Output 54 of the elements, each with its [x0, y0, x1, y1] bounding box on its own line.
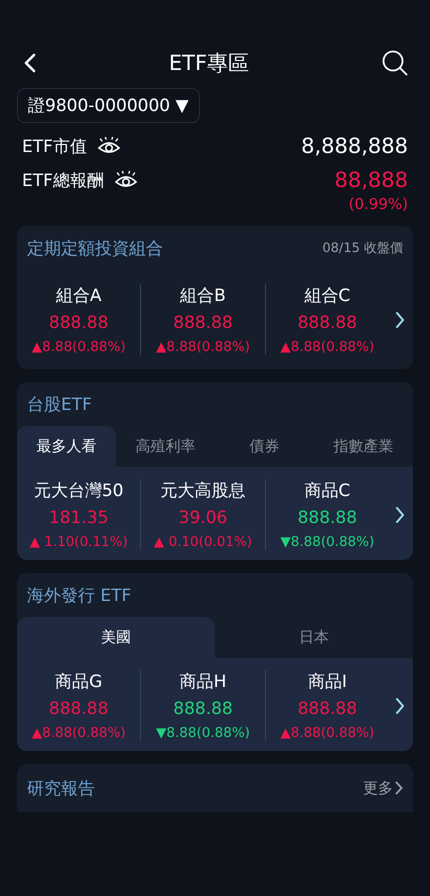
chevron-right-icon	[395, 781, 403, 795]
fund-price: 888.88	[298, 508, 358, 528]
fund-price: 39.06	[178, 508, 228, 528]
section-title: 海外發行 ETF	[27, 584, 132, 606]
fund-change: ▲8.88(0.88%)	[280, 725, 374, 741]
section-title: 定期定額投資組合	[27, 238, 163, 260]
back-icon[interactable]	[24, 53, 36, 73]
fund-price: 888.88	[48, 313, 108, 333]
fund-name[interactable]: 商品G	[55, 670, 102, 693]
fund-name[interactable]: 商品C	[304, 479, 350, 502]
fund-price: 181.35	[48, 508, 108, 528]
fund-name[interactable]: 組合C	[304, 284, 350, 307]
summary-label: ETF總報酬	[22, 170, 104, 192]
summary-percent: (0.99%)	[348, 195, 408, 213]
fund-price: 888.88	[173, 313, 233, 333]
category-tab[interactable]: 美國	[17, 617, 215, 658]
fund-change: ▲ 1.10(0.11%)	[30, 534, 128, 550]
summary-value: 88,888	[334, 167, 408, 194]
price-date-note: 08/15 收盤價	[322, 240, 403, 257]
chevron-right-icon[interactable]	[394, 696, 405, 714]
category-tab[interactable]: 最多人看	[17, 426, 116, 467]
fund-price: 888.88	[298, 699, 358, 719]
fund-change: ▲8.88(0.88%)	[32, 339, 126, 355]
fund-name[interactable]: 元大台灣50	[34, 479, 124, 502]
more-link[interactable]: 更多	[363, 778, 403, 798]
fund-change: ▼8.88(0.88%)	[280, 534, 374, 550]
fund-name[interactable]: 組合A	[56, 284, 102, 307]
chevron-right-icon[interactable]	[394, 310, 405, 328]
fund-name[interactable]: 元大高股息	[160, 479, 246, 502]
fund-price: 888.88	[48, 699, 108, 719]
fund-price: 888.88	[298, 313, 358, 333]
account-selector[interactable]: 證9800-0000000 ▼	[17, 88, 200, 123]
fund-name[interactable]: 商品I	[308, 670, 347, 693]
page-title: ETF專區	[168, 50, 250, 77]
section-title: 研究報告	[27, 778, 95, 800]
category-tab[interactable]: 債券	[215, 426, 314, 467]
fund-name[interactable]: 商品H	[180, 670, 226, 693]
fund-change: ▲8.88(0.88%)	[156, 339, 250, 355]
fund-change: ▲8.88(0.88%)	[280, 339, 374, 355]
eye-icon[interactable]	[114, 171, 138, 189]
fund-price: 888.88	[173, 699, 233, 719]
category-tab[interactable]: 高殖利率	[116, 426, 215, 467]
eye-icon[interactable]	[96, 137, 121, 155]
section-title: 台股ETF	[27, 394, 92, 416]
summary-value: 8,888,888	[301, 133, 408, 160]
chevron-right-icon[interactable]	[394, 506, 405, 524]
fund-change: ▼8.88(0.88%)	[156, 725, 250, 741]
category-tab[interactable]: 日本	[215, 617, 413, 658]
search-icon[interactable]	[382, 50, 408, 76]
fund-name[interactable]: 組合B	[180, 284, 226, 307]
fund-change: ▲ 0.10(0.01%)	[154, 534, 252, 550]
summary-label: ETF市值	[22, 136, 87, 158]
category-tab[interactable]: 指數產業	[314, 426, 413, 467]
fund-change: ▲8.88(0.88%)	[32, 725, 126, 741]
